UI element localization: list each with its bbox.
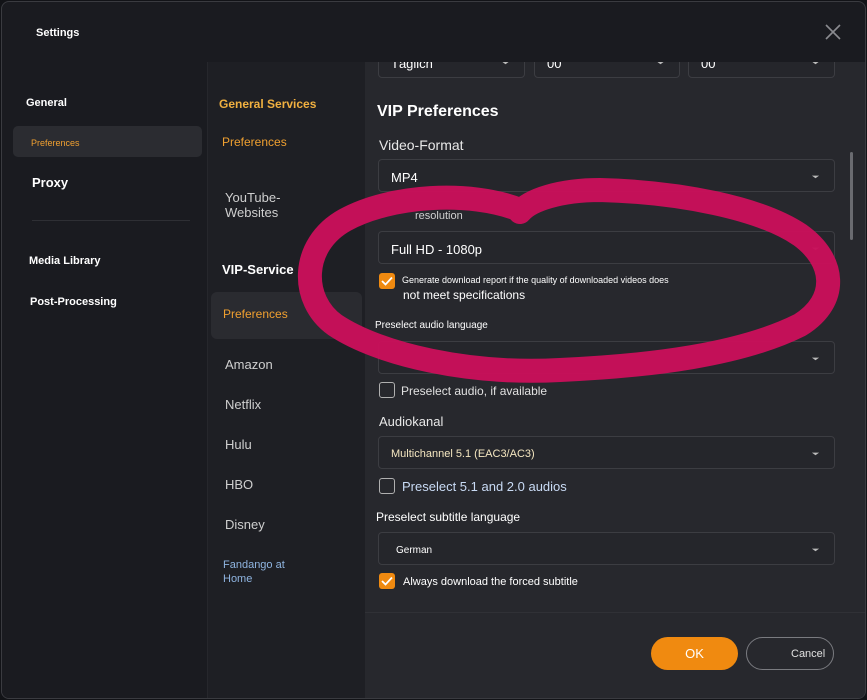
schedule-value: Täglich (391, 62, 433, 71)
section-general-services: General Services (219, 97, 317, 111)
nav-hulu[interactable]: Hulu (225, 437, 252, 452)
preselect-51-checkbox[interactable] (379, 478, 395, 494)
chevron-down-icon (812, 62, 819, 65)
audiokanal-select[interactable]: Multichannel 5.1 (EAC3/AC3) (378, 436, 835, 469)
report-checkbox-label-line2: not meet specifications (403, 288, 526, 302)
nav-proxy[interactable]: Proxy (32, 175, 68, 190)
nav-post-processing[interactable]: Post-Processing (30, 296, 117, 308)
nav-amazon[interactable]: Amazon (225, 357, 273, 372)
left-sidebar: General Preferences Proxy Media Library … (2, 62, 207, 698)
nav-general-preferences[interactable]: Preferences (222, 135, 287, 149)
video-format-select[interactable]: MP4 (378, 159, 835, 192)
chevron-down-icon (502, 62, 509, 65)
preselect-51-label: Preselect 5.1 and 2.0 audios (402, 479, 567, 494)
scrollbar-thumb[interactable] (850, 152, 853, 240)
settings-window: Settings General Preferences Proxy Media… (1, 1, 866, 699)
nav-netflix[interactable]: Netflix (225, 397, 261, 412)
settings-content: Täglich 00 00 VIP Preferences Video-Form… (365, 62, 865, 698)
audio-language-select[interactable] (378, 341, 835, 374)
video-format-label: Video-Format (379, 137, 464, 153)
checkmark-icon (381, 576, 393, 586)
nav-general[interactable]: General (26, 97, 67, 109)
nav-media-library[interactable]: Media Library (29, 255, 101, 267)
video-format-value: MP4 (391, 170, 418, 185)
minute-select[interactable]: 00 (688, 62, 835, 78)
nav-youtube-websites[interactable]: YouTube- Websites (225, 190, 280, 220)
close-icon (825, 24, 841, 40)
checkmark-icon (381, 276, 393, 286)
subtitle-language-value: German (396, 545, 433, 556)
schedule-select[interactable]: Täglich (378, 62, 525, 78)
chevron-down-icon (811, 357, 820, 361)
resolution-value: Full HD - 1080p (391, 242, 483, 257)
nav-vip-preferences[interactable]: Preferences (211, 292, 362, 339)
report-checkbox-label-line1: Generate download report if the quality … (402, 275, 669, 285)
ok-button[interactable]: OK (651, 637, 738, 670)
report-checkbox[interactable] (379, 273, 395, 289)
audiokanal-label: Audiokanal (379, 414, 444, 429)
close-button[interactable] (821, 20, 845, 44)
resolution-label: resolution (415, 210, 463, 222)
vip-preferences-heading: VIP Preferences (377, 103, 499, 120)
forced-subtitle-checkbox[interactable] (379, 573, 395, 589)
nav-hbo[interactable]: HBO (225, 477, 253, 492)
chevron-down-icon (811, 247, 820, 251)
preselect-audio-checkbox[interactable] (379, 382, 395, 398)
forced-subtitle-label: Always download the forced subtitle (403, 576, 578, 588)
chevron-down-icon (811, 175, 820, 179)
window-title: Settings (36, 27, 80, 39)
hour-value: 00 (547, 62, 562, 71)
dialog-footer: OK Cancel (365, 612, 865, 698)
audiokanal-value: Multichannel 5.1 (EAC3/AC3) (391, 448, 535, 460)
subtitle-language-select[interactable]: German (378, 532, 835, 565)
sidebar-divider (32, 220, 190, 221)
hour-select[interactable]: 00 (534, 62, 680, 78)
middle-sidebar: General Services Preferences YouTube- We… (207, 62, 365, 698)
cancel-button[interactable]: Cancel (746, 637, 834, 670)
nav-fandango[interactable]: Fandango at Home (223, 558, 285, 586)
chevron-down-icon (657, 62, 664, 65)
minute-value: 00 (701, 62, 716, 71)
resolution-select[interactable]: Full HD - 1080p (378, 231, 835, 264)
preselect-audio-label: Preselect audio, if available (401, 384, 548, 398)
audio-language-label: Preselect audio language (375, 320, 488, 331)
nav-disney[interactable]: Disney (225, 517, 265, 532)
subtitle-language-label: Preselect subtitle language (376, 510, 521, 524)
chevron-down-icon (811, 548, 820, 552)
nav-preferences[interactable]: Preferences (13, 126, 202, 157)
chevron-down-icon (811, 452, 820, 456)
section-vip-service: VIP-Service (222, 262, 294, 277)
